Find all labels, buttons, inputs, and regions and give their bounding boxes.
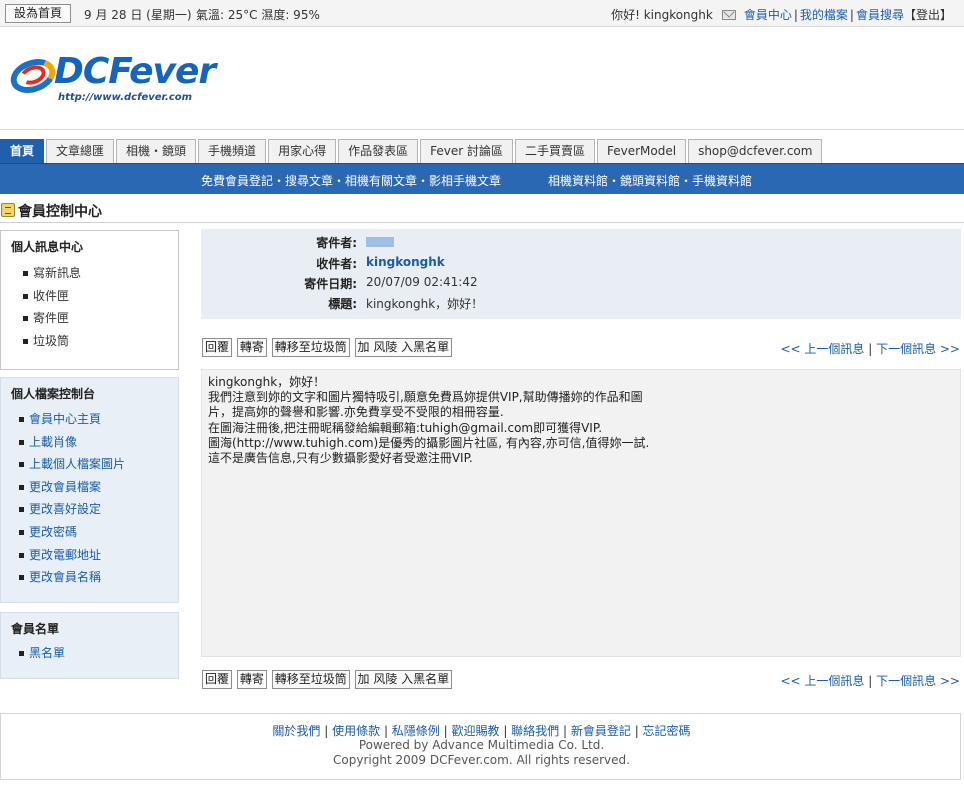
sidebar-item-inbox[interactable]: 收件匣 — [23, 285, 81, 308]
footer-link-register[interactable]: 新會員登記 — [571, 724, 631, 738]
sidebar-item-sent[interactable]: 寄件匣 — [23, 307, 81, 330]
member-center-link[interactable]: 會員中心 — [744, 6, 792, 23]
body-line: 在圖海注冊後,把注冊昵稱發給編輯郵箱:tuhigh@gmail.com即可獲得V… — [208, 420, 603, 435]
tab-gallery[interactable]: 作品發表區 — [338, 139, 419, 163]
tab-articles[interactable]: 文章總匯 — [46, 139, 115, 163]
body-line: 這不是廣告信息,只有少數攝影愛好者受邀注冊VIP. — [208, 451, 473, 466]
footer-link-contact[interactable]: 聯絡我們 — [511, 724, 559, 738]
top-bar: 設為首頁 9 月 28 日 (星期一) 氣溫: 25°C 濕度: 95% 你好!… — [0, 0, 964, 27]
move-to-trash-button[interactable]: 轉移至垃圾筒 — [271, 338, 350, 357]
subnav-links-2[interactable]: 相機資料館・鏡頭資料館・手機資料館 — [548, 172, 752, 189]
recipient-link[interactable]: kingkonghk — [366, 255, 445, 269]
date-value: 20/07/09 02:41:42 — [366, 275, 478, 289]
footer-link-privacy[interactable]: 私隱條例 — [392, 724, 440, 738]
tab-marketplace[interactable]: 二手買賣區 — [514, 139, 595, 163]
sidebar-profile-panel: 個人檔案控制台 會員中心主頁 上載肖像 上載個人檔案圖片 更改會員檔案 更改喜好… — [0, 377, 179, 603]
reply-button[interactable]: 回覆 — [202, 670, 233, 689]
recipient-row: 收件者: kingkonghk — [201, 255, 961, 275]
forward-button[interactable]: 轉寄 — [236, 670, 267, 689]
blacklist-button[interactable]: 加 风陵 入黑名單 — [354, 670, 453, 689]
date-row: 寄件日期: 20/07/09 02:41:42 — [201, 275, 961, 295]
sidebar-item-upload-profile-image[interactable]: 上載個人檔案圖片 — [19, 453, 125, 476]
sender-value[interactable] — [366, 234, 394, 250]
main-nav-tabs: 首頁 文章總匯 相機・鏡頭 手機頻道 用家心得 作品發表區 Fever 討論區 … — [0, 139, 964, 163]
body-line: kingkonghk，妳好！ — [208, 375, 326, 389]
subnav-links-1[interactable]: 免費會員登記・搜尋文章・相機有關文章・影相手機文章 — [201, 172, 501, 189]
sub-nav: 免費會員登記・搜尋文章・相機有關文章・影相手機文章 相機資料館・鏡頭資料館・手機… — [0, 163, 964, 194]
move-to-trash-button[interactable]: 轉移至垃圾筒 — [271, 670, 350, 689]
body-line: 圖海(http://www.tuhigh.com)是優秀的攝影圖片社區, 有內容… — [208, 435, 650, 450]
sidebar-item-blacklist[interactable]: 黑名單 — [19, 642, 65, 665]
tab-cameras[interactable]: 相機・鏡頭 — [116, 139, 197, 163]
body-line: 我們注意到妳的文字和圖片獨特吸引,願意免費爲妳提供VIP,幫助傳播妳的作品和圖 — [208, 390, 643, 405]
sidebar-item-change-username[interactable]: 更改會員名稱 — [19, 566, 125, 589]
body-line: 片，提高妳的聲譽和影響.亦免費享受不受限的相冊容量. — [208, 405, 504, 420]
member-search-link[interactable]: 會員搜尋 — [856, 6, 904, 23]
tab-forum[interactable]: Fever 討論區 — [420, 139, 513, 163]
tab-phones[interactable]: 手機頻道 — [198, 139, 267, 163]
prev-message-link[interactable]: << 上一個訊息 — [780, 674, 864, 688]
footer-link-feedback[interactable]: 歡迎賜教 — [451, 724, 499, 738]
sidebar-heading: 個人檔案控制台 — [11, 387, 96, 401]
message-pager: << 上一個訊息 | 下一個訊息 >> — [780, 674, 960, 688]
header-banner: DCFever http://www.dcfever.com — [0, 28, 964, 130]
sidebar-item-change-email[interactable]: 更改電郵地址 — [19, 544, 125, 567]
greeting: 你好! kingkonghk — [611, 8, 713, 22]
subject-row: 標題: kingkonghk，妳好！ — [201, 295, 961, 315]
sidebar-heading: 個人訊息中心 — [11, 240, 84, 254]
footer-link-forgot-password[interactable]: 忘記密碼 — [643, 724, 691, 738]
my-profile-link[interactable]: 我的檔案 — [800, 6, 848, 23]
message-header: 寄件者: 收件者: kingkonghk 寄件日期: 20/07/09 02:4… — [201, 229, 961, 319]
weather-info: 氣溫: 25°C 濕度: 95% — [196, 8, 320, 22]
sender-label: 寄件者: — [316, 236, 357, 250]
tab-user-reviews[interactable]: 用家心得 — [268, 139, 337, 163]
user-links: 你好! kingkonghk 會員中心 | 我的檔案 | 會員搜尋 【登出】 — [611, 6, 952, 23]
forward-button[interactable]: 轉寄 — [236, 338, 267, 357]
message-body: kingkonghk，妳好！ 我們注意到妳的文字和圖片獨特吸引,願意免費爲妳提供… — [201, 369, 961, 657]
prev-message-link[interactable]: << 上一個訊息 — [780, 342, 864, 356]
tab-home[interactable]: 首頁 — [0, 139, 45, 163]
footer-links: 關於我們 | 使用條款 | 私隱條例 | 歡迎賜教 | 聯絡我們 | 新會員登記… — [272, 724, 691, 738]
dcfever-logo[interactable]: DCFever http://www.dcfever.com — [5, 51, 220, 104]
date-label: 寄件日期: — [304, 277, 357, 291]
footer-link-terms[interactable]: 使用條款 — [332, 724, 380, 738]
sender-row: 寄件者: — [201, 234, 961, 254]
sidebar-messages-panel: 個人訊息中心 寫新訊息 收件匣 寄件匣 垃圾筒 — [0, 230, 179, 370]
footer: 關於我們 | 使用條款 | 私隱條例 | 歡迎賜教 | 聯絡我們 | 新會員登記… — [0, 713, 961, 780]
page-title-bar: 會員控制中心 — [0, 199, 964, 223]
sidebar-item-change-password[interactable]: 更改密碼 — [19, 521, 125, 544]
tab-fevermodel[interactable]: FeverModel — [596, 139, 687, 163]
sidebar-item-trash[interactable]: 垃圾筒 — [23, 330, 81, 353]
current-date: 9 月 28 日 (星期一) — [84, 8, 192, 22]
sidebar-item-member-home[interactable]: 會員中心主頁 — [19, 408, 125, 431]
next-message-link[interactable]: 下一個訊息 >> — [876, 342, 960, 356]
subject-value: kingkonghk，妳好！ — [366, 297, 484, 311]
redacted-sender — [366, 237, 394, 247]
mail-icon[interactable] — [721, 9, 736, 20]
message-pager: << 上一個訊息 | 下一個訊息 >> — [780, 342, 960, 356]
logo-url: http://www.dcfever.com — [58, 92, 193, 103]
recipient-label: 收件者: — [316, 257, 357, 271]
tab-shop[interactable]: shop@dcfever.com — [688, 139, 823, 163]
notebook-icon — [1, 203, 15, 217]
set-homepage-button[interactable]: 設為首頁 — [5, 4, 72, 23]
blacklist-button[interactable]: 加 风陵 入黑名單 — [354, 338, 453, 357]
logout-link[interactable]: 【登出】 — [904, 6, 952, 23]
message-actions-top: 回覆 轉寄 轉移至垃圾筒 加 风陵 入黑名單 << 上一個訊息 | 下一個訊息 … — [202, 338, 962, 358]
logo-text: DCFever — [54, 51, 216, 92]
footer-link-about[interactable]: 關於我們 — [272, 724, 320, 738]
powered-by: Powered by Advance Multimedia Co. Ltd. — [358, 738, 605, 752]
page-title: 會員控制中心 — [18, 204, 102, 220]
subject-label: 標題: — [328, 297, 357, 311]
sidebar-item-compose[interactable]: 寫新訊息 — [23, 262, 81, 285]
next-message-link[interactable]: 下一個訊息 >> — [876, 674, 960, 688]
sidebar-members-panel: 會員名單 黑名單 — [0, 612, 179, 679]
sidebar-heading: 會員名單 — [11, 622, 60, 636]
reply-button[interactable]: 回覆 — [202, 338, 233, 357]
sidebar-item-preferences[interactable]: 更改喜好設定 — [19, 498, 125, 521]
copyright: Copyright 2009 DCFever.com. All rights r… — [333, 753, 630, 767]
sidebar-item-edit-profile[interactable]: 更改會員檔案 — [19, 476, 125, 499]
sidebar-item-upload-avatar[interactable]: 上載肖像 — [19, 431, 125, 454]
message-actions-bottom: 回覆 轉寄 轉移至垃圾筒 加 风陵 入黑名單 << 上一個訊息 | 下一個訊息 … — [202, 670, 962, 690]
